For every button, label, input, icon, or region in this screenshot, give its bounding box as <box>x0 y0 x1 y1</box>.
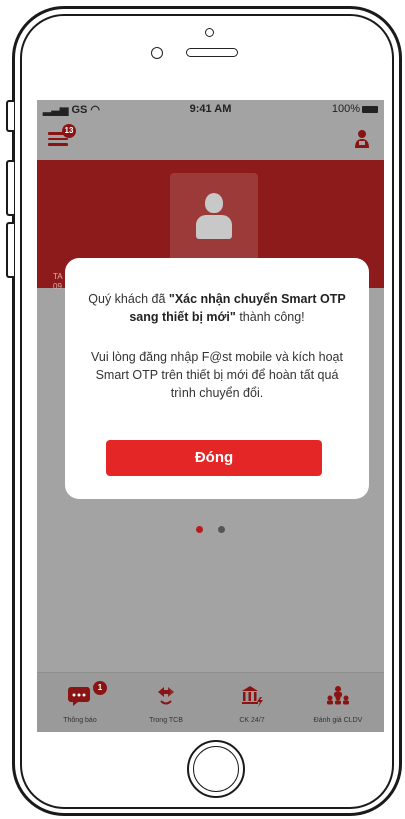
front-camera <box>151 47 163 59</box>
battery-icon <box>362 105 378 113</box>
avatar-body-icon <box>196 215 232 239</box>
mute-switch <box>6 100 14 132</box>
success-dialog: Quý khách đã "Xác nhận chuyển Smart OTP … <box>65 258 369 499</box>
banner-caption: TA 09 <box>53 272 63 291</box>
page-dot-active[interactable] <box>196 526 204 533</box>
dialog-success-message: Quý khách đã "Xác nhận chuyển Smart OTP … <box>83 290 351 326</box>
avatar-head-icon <box>205 193 223 213</box>
nav-notifications-badge: 1 <box>93 681 107 695</box>
nav-transfer-247[interactable]: CK 24/7 <box>209 673 295 732</box>
nav-service-rating[interactable]: Đánh giá CLDV <box>295 673 381 732</box>
battery-percent: 100% <box>331 103 360 115</box>
chat-bubble-icon <box>68 687 90 706</box>
volume-down-button <box>6 222 14 278</box>
volume-up-button <box>6 160 14 216</box>
status-bar: ▂▃▅ GS ◠ 9:41 AM 100% <box>37 100 384 120</box>
bottom-navigation: 1 Thông báo Trong TCB CK 24/7 Đánh giá C… <box>37 672 384 732</box>
nav-internal-transfer-label: Trong TCB <box>149 717 183 724</box>
nav-notifications-label: Thông báo <box>63 717 97 724</box>
dialog-instruction-message: Vui lòng đăng nhập F@st mobile và kích h… <box>91 350 343 400</box>
nav-transfer-247-label: CK 24/7 <box>239 717 265 724</box>
nav-notifications[interactable]: 1 Thông báo <box>37 673 123 732</box>
proximity-sensor <box>205 28 214 37</box>
page-dot-inactive[interactable] <box>217 526 225 533</box>
dialog-message-prefix: Quý khách đã <box>88 292 169 306</box>
dialog-message-suffix: thành công! <box>235 310 305 324</box>
nav-internal-transfer[interactable]: Trong TCB <box>123 673 209 732</box>
user-profile-icon[interactable] <box>354 129 370 149</box>
battery-status: 100% <box>332 103 378 115</box>
app-header: 13 <box>37 120 384 160</box>
earpiece-speaker <box>186 48 238 57</box>
close-button[interactable]: Đóng <box>106 440 322 476</box>
notification-badge: 13 <box>62 124 76 138</box>
home-button[interactable] <box>187 740 245 798</box>
nav-service-rating-label: Đánh giá CLDV <box>313 717 363 724</box>
transfer-arrows-icon <box>158 687 174 705</box>
page-indicator <box>37 520 384 538</box>
bank-lightning-icon <box>242 686 263 707</box>
rating-people-icon <box>327 686 349 705</box>
